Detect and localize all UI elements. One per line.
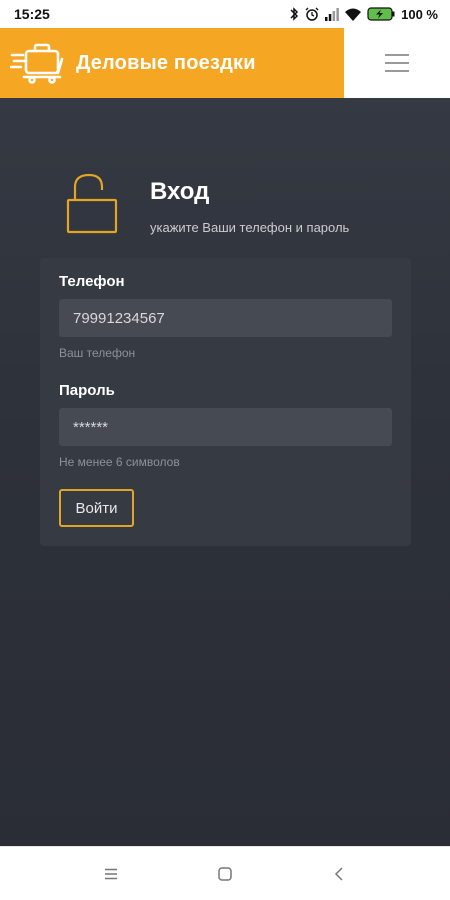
phone-hint: Ваш телефон: [59, 346, 136, 360]
battery-percent: 100 %: [401, 6, 438, 22]
battery-icon: [367, 7, 395, 21]
login-button[interactable]: Войти: [59, 489, 134, 527]
login-header: Вход укажите Ваши телефон и пароль: [66, 172, 349, 235]
home-button[interactable]: [203, 852, 247, 896]
alarm-icon: [305, 7, 319, 21]
system-nav-bar: [0, 846, 450, 900]
app-bar-brand: Деловые поездки: [0, 28, 344, 98]
home-icon: [218, 866, 232, 881]
login-heading: Вход укажите Ваши телефон и пароль: [150, 178, 349, 235]
status-bar: 15:25 100 %: [0, 0, 450, 28]
app-title: Деловые поездки: [76, 51, 256, 74]
password-input[interactable]: [59, 408, 392, 446]
recents-button[interactable]: [89, 852, 133, 896]
suitcase-cart-icon: [10, 43, 64, 84]
hamburger-menu-icon[interactable]: [385, 54, 409, 72]
status-time: 15:25: [14, 6, 50, 22]
back-button[interactable]: [317, 852, 361, 896]
login-form: Телефон Ваш телефон Пароль Не менее 6 си…: [40, 258, 411, 546]
back-icon: [334, 866, 343, 881]
main-content: Вход укажите Ваши телефон и пароль Телеф…: [0, 98, 450, 846]
login-title: Вход: [150, 178, 210, 205]
password-label: Пароль: [59, 382, 115, 399]
bluetooth-icon: [290, 7, 299, 21]
password-hint: Не менее 6 символов: [59, 455, 180, 469]
phone-input[interactable]: [59, 299, 392, 337]
app-bar: Деловые поездки: [0, 28, 450, 98]
unlocked-padlock-icon: [66, 173, 118, 234]
menu-area: [344, 28, 450, 98]
signal-icon: [325, 7, 340, 21]
wifi-icon: [345, 8, 362, 21]
login-subtitle: укажите Ваши телефон и пароль: [150, 220, 350, 235]
phone-label: Телефон: [59, 273, 125, 290]
recents-icon: [105, 868, 117, 879]
status-icons: 100 %: [289, 7, 438, 22]
